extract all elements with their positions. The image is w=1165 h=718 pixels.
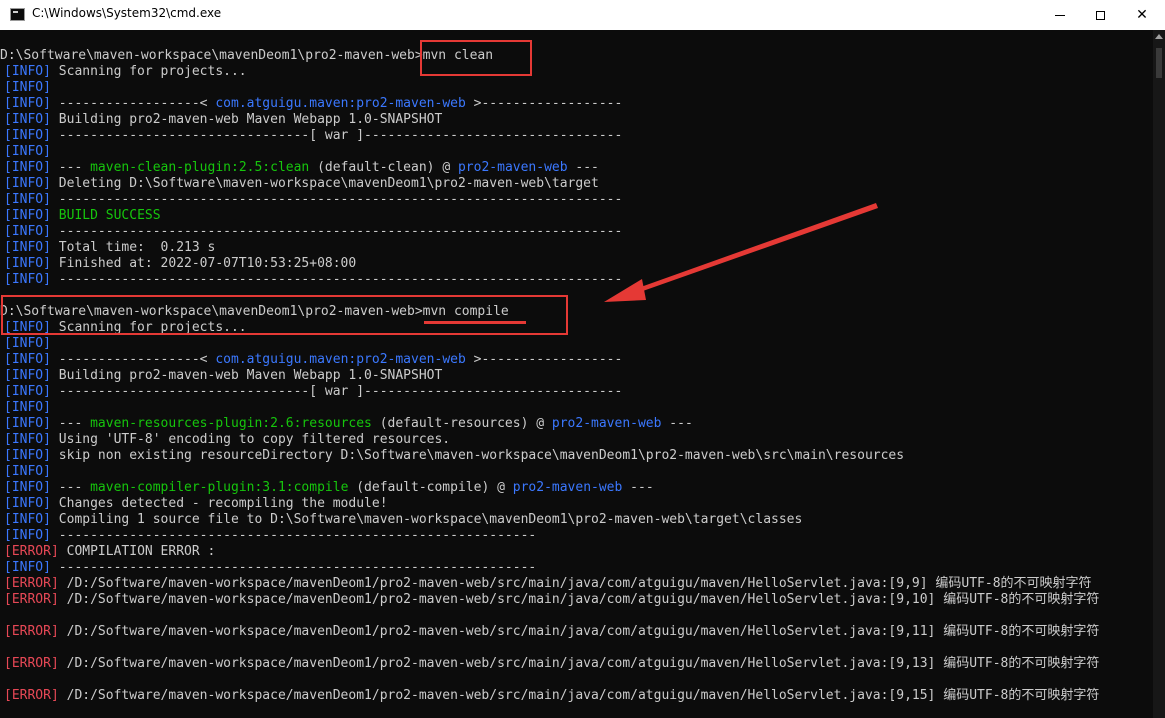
annotation-arrow-shaft bbox=[638, 203, 878, 292]
annotation-arrow-head bbox=[604, 279, 646, 302]
annotation-arrow-layer bbox=[604, 203, 878, 302]
